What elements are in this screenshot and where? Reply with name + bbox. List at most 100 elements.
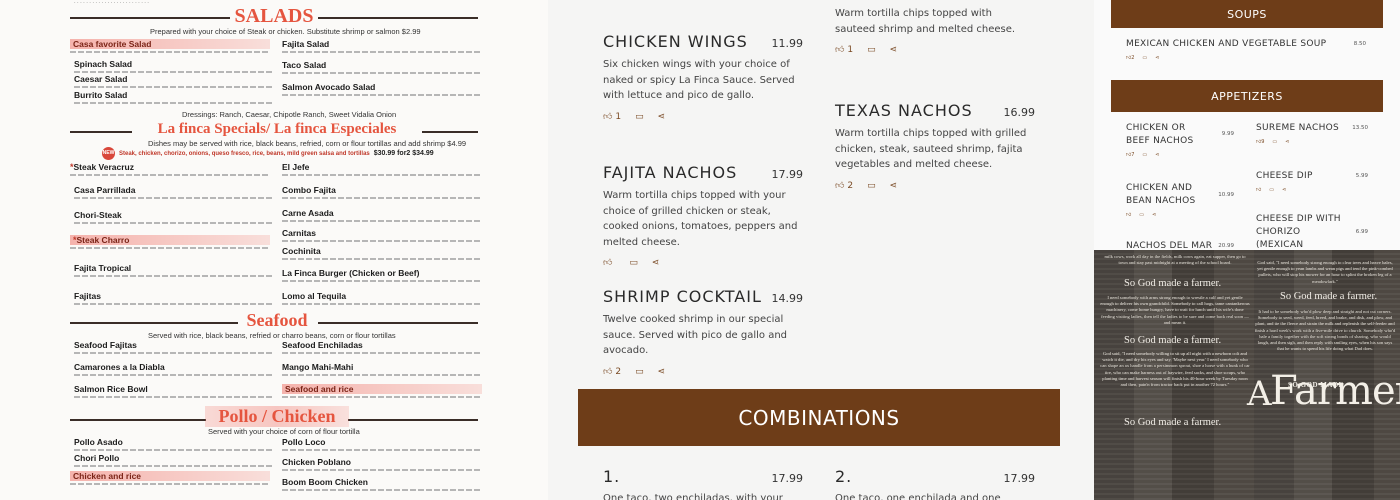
thumbs-up-icon[interactable]: 👍︎ [1256, 187, 1261, 193]
comment-button[interactable]: ▭ [635, 112, 644, 122]
divider [70, 322, 238, 324]
comment-icon[interactable]: ▭ [1139, 212, 1144, 218]
item-description: Six chicken wings with your choice of na… [603, 59, 795, 101]
verse-text: I need somebody with arms strong enough … [1100, 295, 1250, 325]
menu-item: Chicken Poblano [282, 457, 482, 477]
paper-menu-image: · · · · · · · · · · · · · · · · · · · · … [0, 0, 548, 500]
comment-icon[interactable]: ▭ [1142, 152, 1147, 158]
like-button[interactable]: 👍︎2 [603, 367, 621, 377]
divider [318, 17, 478, 19]
thumbs-up-icon[interactable]: 👍︎ [1126, 212, 1131, 218]
divider [422, 131, 478, 133]
item-price: 8.50 [1353, 41, 1366, 47]
menu-item: Salmon Avocado Salad [282, 82, 482, 102]
share-icon[interactable]: ⋖ [1155, 55, 1159, 61]
item-description: Warm tortilla chips topped with sauteed … [835, 8, 1016, 35]
small-menu: SOUPS MEXICAN CHICKEN AND VEGETABLE SOUP… [1094, 0, 1400, 250]
item-name: CHICKEN WINGS [603, 32, 748, 51]
section-note-seafood: Served with rice, black beans, refried o… [148, 331, 396, 340]
menu-item: Chori Pollo [74, 453, 274, 473]
comment-button[interactable]: ▭ [629, 258, 638, 268]
item-actions: 👍︎ ▭ ⋖ [1126, 212, 1234, 218]
menu-item-shrimp-cocktail: SHRIMP COCKTAIL 14.99 Twelve cooked shrim… [603, 287, 803, 377]
refrain-text: So God made a farmer. [1124, 335, 1222, 346]
share-button[interactable]: ⋖ [890, 45, 898, 55]
web-menu: Warm tortilla chips topped with sauteed … [548, 0, 1094, 500]
menu-item-chicken-wings: CHICKEN WINGS 11.99 Six chicken wings wit… [603, 32, 803, 122]
item-price: 17.99 [1003, 472, 1036, 485]
comment-icon[interactable]: ▭ [1272, 139, 1277, 145]
item-name: SUREME NACHOS [1256, 123, 1340, 133]
like-button[interactable]: 👍︎2 [1126, 55, 1134, 61]
refrain-text: So God made a farmer. [1124, 417, 1222, 428]
appetizers-banner: APPETIZERS [1111, 80, 1383, 112]
verse-text: milk cows, work all day in the fields, m… [1104, 254, 1246, 266]
like-button[interactable]: 👍︎ 1 [603, 112, 621, 122]
item-actions: 👍︎2 ▭ ⋖ [835, 181, 1035, 191]
share-icon: ⋖ [889, 180, 898, 191]
item-price: 13.50 [1352, 125, 1368, 131]
item-name: SHRIMP COCKTAIL [603, 287, 762, 306]
item-actions: 👍︎9 ▭ ⋖ [1256, 139, 1368, 145]
combo-item-1: 1. 17.99 One taco, two enchiladas, with y… [603, 467, 803, 500]
plaque-farmer-title: Farmer. [1270, 368, 1400, 414]
divider [348, 419, 478, 421]
thumbs-up-icon: 👍︎ [603, 111, 613, 122]
combinations-banner: COMBINATIONS [578, 389, 1060, 446]
item-name: CHICKEN AND BEAN NACHOS [1126, 183, 1196, 206]
comment-icon[interactable]: ▭ [1142, 55, 1147, 61]
item-name: CHEESE DIP [1256, 171, 1313, 181]
menu-item-shrimp-nachos: Warm tortilla chips topped with sauteed … [835, 0, 1035, 55]
item-description: Warm tortilla chips topped with your cho… [603, 190, 798, 248]
section-note-salads: Prepared with your choice of Steak or ch… [150, 27, 421, 36]
share-button[interactable]: ⋖ [890, 181, 898, 191]
like-button[interactable]: 👍︎7 [1126, 152, 1134, 158]
menu-item-soup: MEXICAN CHICKEN AND VEGETABLE SOUP 8.50 👍… [1126, 38, 1366, 61]
share-icon[interactable]: ⋖ [1155, 152, 1159, 158]
menu-item-appetizer: CHEESE DIP 5.99 👍︎ ▭ ⋖ [1256, 170, 1368, 193]
plaque-a-letter: A [1247, 374, 1272, 414]
menu-item: La Finca Burger (Chicken or Beef) [282, 268, 482, 288]
share-button[interactable]: ⋖ [658, 367, 666, 377]
cutoff-text: · · · · · · · · · · · · · · · · · · · · … [74, 0, 149, 6]
item-name: 1. [603, 467, 621, 486]
menu-item: El Jefe [282, 162, 482, 182]
item-actions: 👍︎7 ▭ ⋖ [1126, 152, 1234, 158]
item-name: MEXICAN CHICKEN AND VEGETABLE SOUP [1126, 39, 1327, 49]
item-name: 2. [835, 467, 853, 486]
new-badge: NEW [102, 147, 115, 160]
item-price: 10.99 [1218, 192, 1234, 198]
like-button[interactable]: 👍︎2 [835, 181, 853, 191]
menu-item: Carnitas [282, 228, 482, 248]
comment-icon[interactable]: ▭ [1269, 187, 1274, 193]
menu-item: Carne Asada [282, 208, 482, 228]
comment-button[interactable]: ▭ [635, 367, 644, 377]
share-icon[interactable]: ⋖ [1282, 187, 1286, 193]
section-title-seafood: Seafood [246, 310, 308, 330]
menu-item: Casa favorite Salad [70, 39, 270, 59]
item-price: 14.99 [771, 292, 804, 305]
share-icon[interactable]: ⋖ [1152, 212, 1156, 218]
item-description: One taco, one enchilada and one chalupa. [835, 493, 1001, 500]
item-price: 5.99 [1355, 173, 1368, 179]
comment-button[interactable]: ▭ [867, 181, 876, 191]
section-title-salads: SALADS [234, 5, 314, 27]
like-button[interactable]: 👍︎ [603, 258, 615, 268]
item-price: 6.99 [1355, 229, 1368, 235]
section-title-chicken: Pollo / Chicken [205, 406, 349, 427]
menu-item: Boom Boom Chicken [282, 477, 482, 497]
item-actions: 👍︎ ▭ ⋖ [1256, 187, 1368, 193]
menu-item: Taco Salad [282, 60, 482, 80]
menu-item-appetizer: SUREME NACHOS 13.50 👍︎9 ▭ ⋖ [1256, 122, 1368, 145]
share-button[interactable]: ⋖ [652, 258, 660, 268]
item-actions: 👍︎ ▭ ⋖ [603, 258, 803, 268]
like-button[interactable]: 👍︎9 [1256, 139, 1264, 145]
soups-banner: SOUPS [1111, 0, 1383, 28]
like-button[interactable]: 👍︎ 1 [835, 45, 853, 55]
menu-item: Chori-Steak [74, 210, 274, 230]
share-icon[interactable]: ⋖ [1285, 139, 1289, 145]
share-button[interactable]: ⋖ [658, 112, 666, 122]
comment-button[interactable]: ▭ [867, 45, 876, 55]
menu-item-appetizer: CHEESE DIP WITH CHORIZO (MEXICAN SAUSAGE… [1256, 213, 1368, 250]
menu-item: Fajita Tropical [74, 263, 274, 283]
